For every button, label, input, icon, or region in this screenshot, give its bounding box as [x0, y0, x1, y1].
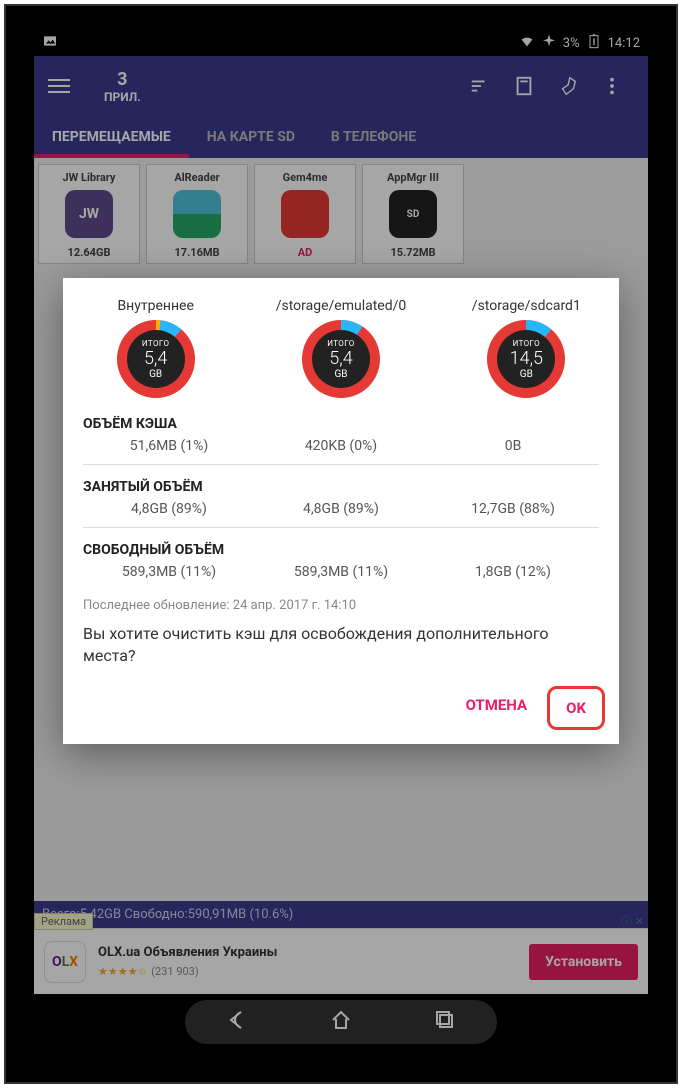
cache-row: 51,6MB (1%)420KB (0%)0B: [83, 434, 599, 465]
used-header: ЗАНЯТЫЙ ОБЪЁМ: [83, 479, 619, 495]
used-row: 4,8GB (89%)4,8GB (89%)12,7GB (88%): [83, 497, 599, 528]
storage-emulated: /storage/emulated/0 ИТОГО5,4GB: [248, 298, 433, 398]
last-updated: Последнее обновление: 24 апр. 2017 г. 14…: [83, 598, 619, 613]
storage-sdcard: /storage/sdcard1 ИТОГО14,5GB: [434, 298, 619, 398]
ok-button[interactable]: OK: [547, 686, 605, 730]
free-header: СВОБОДНЫЙ ОБЪЁМ: [83, 542, 619, 558]
dialog-question: Вы хотите очистить кэш для освобождения …: [83, 623, 599, 668]
storage-dialog: Внутреннее ИТОГО5,4GB /storage/emulated/…: [63, 278, 619, 744]
storage-internal: Внутреннее ИТОГО5,4GB: [63, 298, 248, 398]
cancel-button[interactable]: ОТМЕНА: [450, 686, 544, 730]
dialog-overlay[interactable]: Внутреннее ИТОГО5,4GB /storage/emulated/…: [34, 30, 648, 1050]
free-row: 589,3MB (11%)589,3MB (11%)1,8GB (12%): [83, 560, 599, 590]
cache-header: ОБЪЁМ КЭША: [83, 416, 619, 432]
